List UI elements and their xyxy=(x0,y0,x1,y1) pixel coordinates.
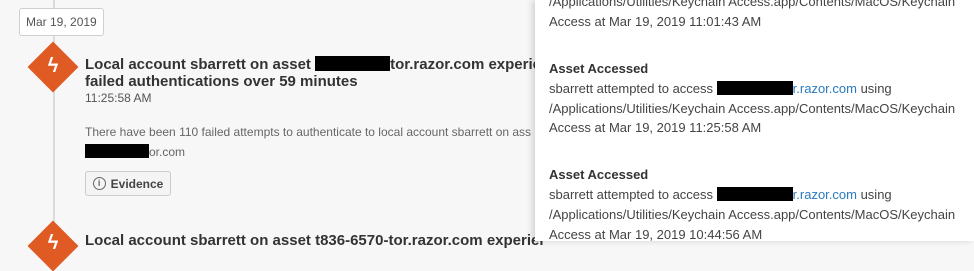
entry-prefix: sbarrett attempted to access xyxy=(549,187,714,202)
entry-heading: Asset Accessed xyxy=(549,61,649,76)
entry-access-time: Access at Mar 19, 2019 10:44:56 AM xyxy=(549,227,763,241)
event-title[interactable]: Local account sbarrett on asset tor.razo… xyxy=(85,56,567,90)
event-description: There have been 110 failed attempts to a… xyxy=(85,122,555,162)
entry-path: /Applications/Utilities/Keychain Access.… xyxy=(549,207,956,222)
panel-top-path: /Applications/Utilities/Keychain Access.… xyxy=(549,0,956,9)
panel-top-access: Access at Mar 19, 2019 11:01:43 AM xyxy=(549,14,762,29)
description-line2-suffix: or.com xyxy=(149,145,186,159)
date-chip: Mar 19, 2019 xyxy=(19,8,104,36)
info-icon: i xyxy=(92,177,106,190)
entry-access-line: sbarrett attempted to access r.razor.com… xyxy=(549,185,892,205)
entry-access-line: sbarrett attempted to access r.razor.com… xyxy=(549,79,892,99)
asset-link[interactable]: r.razor.com xyxy=(793,187,857,202)
redacted-hostname xyxy=(85,144,149,158)
event-time: 11:25:58 AM xyxy=(85,91,152,105)
entry-path: /Applications/Utilities/Keychain Access.… xyxy=(549,101,956,116)
evidence-label: Evidence xyxy=(110,176,164,191)
event-title-line2: failed authentications over 59 minutes xyxy=(85,73,358,90)
event-title-part1: Local account sbarrett on asset xyxy=(85,56,311,73)
evidence-panel: /Applications/Utilities/Keychain Access.… xyxy=(535,0,974,241)
asset-link[interactable]: r.razor.com xyxy=(793,81,857,96)
entry-suffix: using xyxy=(860,81,892,96)
entry-access-time: Access at Mar 19, 2019 11:25:58 AM xyxy=(549,120,762,135)
redacted-hostname xyxy=(716,187,793,201)
lightning-bolt-icon: ϟ xyxy=(47,55,59,77)
redacted-hostname xyxy=(716,81,793,95)
evidence-button[interactable]: i Evidence xyxy=(85,171,171,196)
lightning-bolt-icon: ϟ xyxy=(47,232,59,254)
entry-prefix: sbarrett attempted to access xyxy=(549,81,714,96)
description-line1: There have been 110 failed attempts to a… xyxy=(85,125,532,139)
redacted-hostname xyxy=(315,56,391,71)
timeline-line xyxy=(53,0,55,241)
entry-suffix: using xyxy=(860,187,892,202)
entry-heading: Asset Accessed xyxy=(549,167,649,182)
